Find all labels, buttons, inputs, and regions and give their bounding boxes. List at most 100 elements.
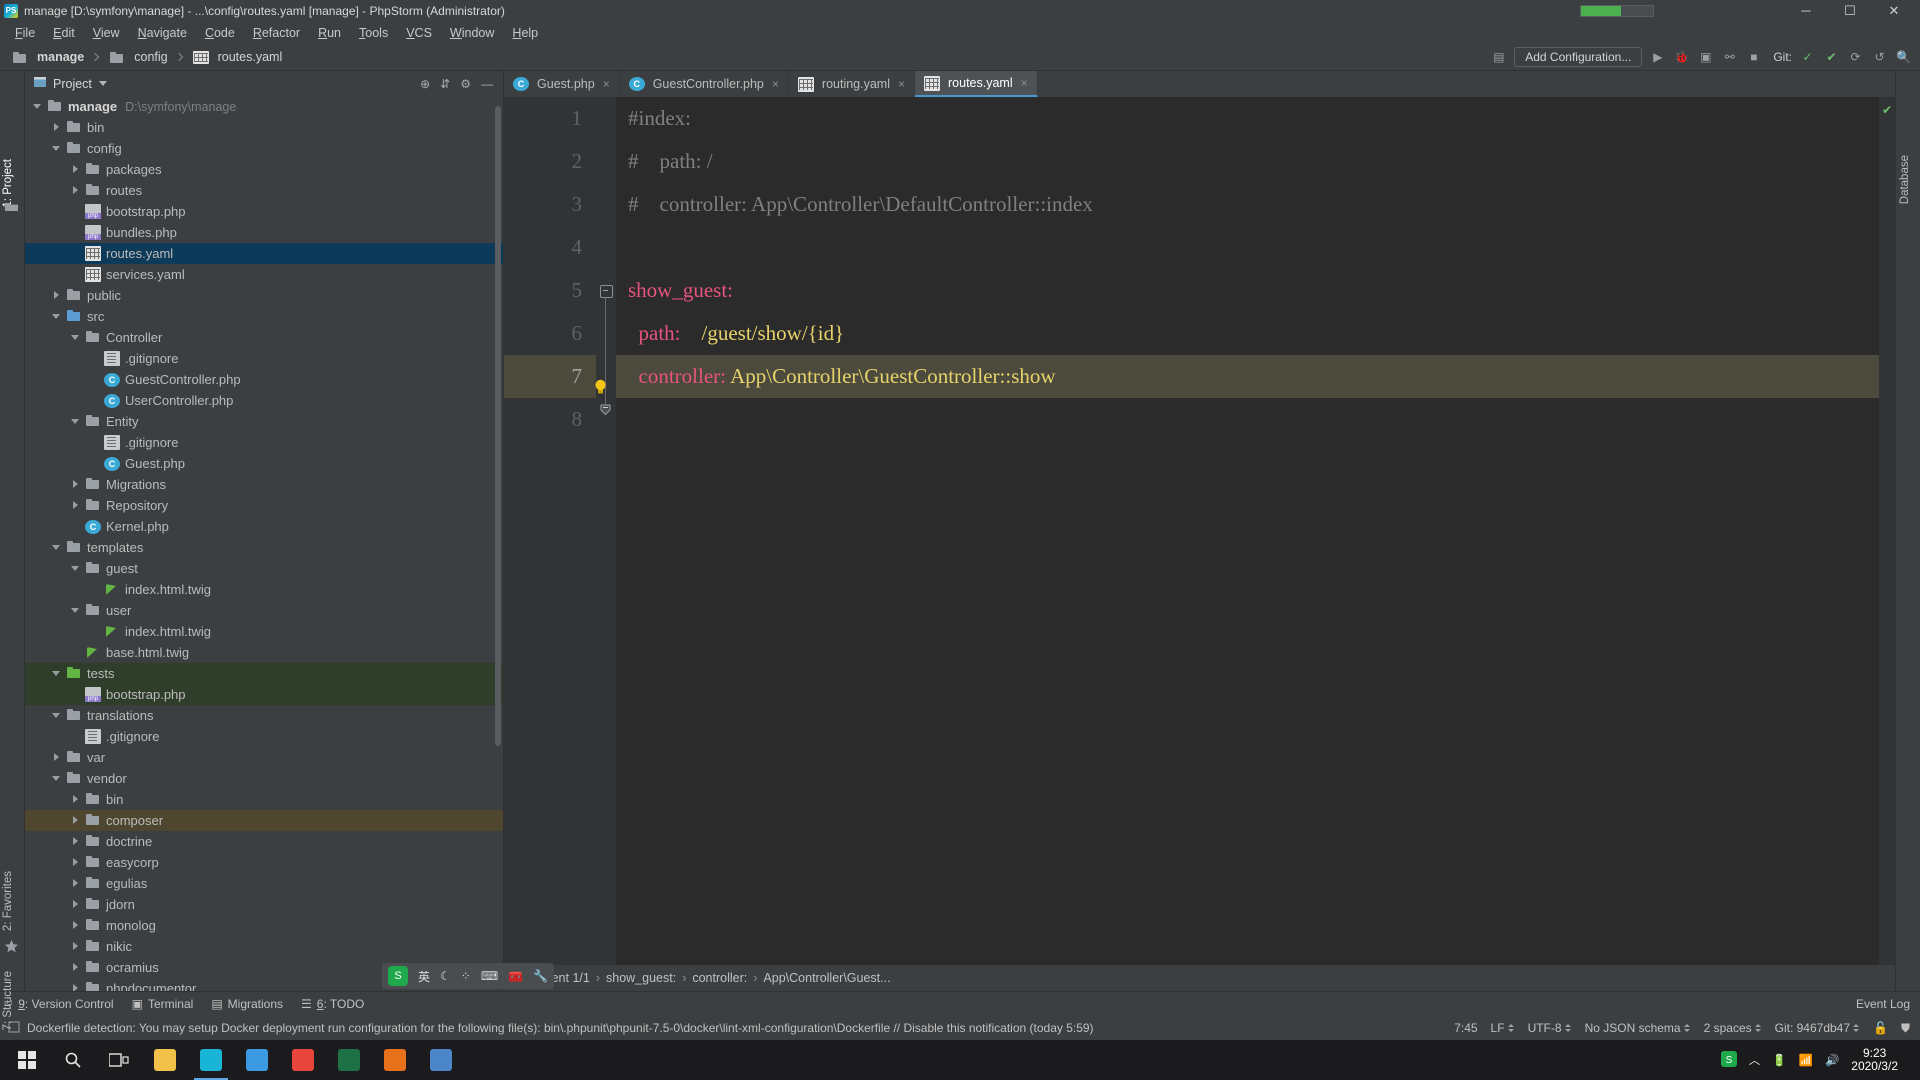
breadcrumb-node-2[interactable]: App\Controller\Guest... <box>763 971 890 985</box>
tree-node-var[interactable]: var <box>25 747 503 768</box>
chevron-right-icon[interactable] <box>71 962 82 973</box>
menu-item-code[interactable]: Code <box>196 24 244 42</box>
code-line-2[interactable]: # path: / <box>616 140 1879 183</box>
keyboard-icon[interactable]: ⌨ <box>481 969 498 983</box>
menu-item-help[interactable]: Help <box>503 24 547 42</box>
code-line-1[interactable]: #index: <box>616 97 1879 140</box>
add-configuration-button[interactable]: Add Configuration... <box>1514 47 1643 67</box>
fold-end-icon[interactable] <box>600 403 611 418</box>
settings-gear-icon[interactable]: ⚙ <box>460 77 471 91</box>
line-number-3[interactable]: 3 <box>504 183 596 226</box>
tree-node-vendor[interactable]: vendor <box>25 768 503 789</box>
toolbox-icon[interactable]: 🧰 <box>508 969 523 983</box>
chevron-right-icon[interactable] <box>71 479 82 490</box>
chevron-right-icon[interactable] <box>71 500 82 511</box>
close-tab-icon[interactable]: × <box>603 77 610 91</box>
network-icon[interactable]: 📶 <box>1799 1053 1813 1067</box>
menu-item-vcs[interactable]: VCS <box>397 24 441 42</box>
caret-position[interactable]: 7:45 <box>1454 1021 1477 1035</box>
hide-panel-icon[interactable]: — <box>481 77 493 91</box>
bottom-tool-migrations[interactable]: ▤ Migrations <box>211 997 283 1011</box>
lock-icon[interactable]: 🔓 <box>1873 1021 1888 1035</box>
bottom-tool-terminal[interactable]: ▣ Terminal <box>132 997 194 1011</box>
tree-node-guest[interactable]: guest <box>25 558 503 579</box>
json-schema-selector[interactable]: No JSON schema <box>1585 1021 1691 1035</box>
chevron-right-icon[interactable] <box>52 290 63 301</box>
taskbar-app-excel[interactable] <box>326 1040 372 1080</box>
preview-icon[interactable]: ▤ <box>1490 49 1507 66</box>
taskbar-app-chrome[interactable] <box>280 1040 326 1080</box>
code-folding-column[interactable] <box>596 97 616 965</box>
tree-node--gitignore[interactable]: .gitignore <box>25 432 503 453</box>
breadcrumb-node-1[interactable]: controller: <box>692 971 747 985</box>
chevron-right-icon[interactable] <box>52 752 63 763</box>
menu-item-tools[interactable]: Tools <box>350 24 397 42</box>
tree-node-user[interactable]: user <box>25 600 503 621</box>
code-line-3[interactable]: # controller: App\Controller\DefaultCont… <box>616 183 1879 226</box>
chevron-right-icon[interactable] <box>52 122 63 133</box>
sogou-logo-icon[interactable]: S <box>388 966 408 986</box>
locate-icon[interactable]: ⊕ <box>420 77 430 91</box>
chevron-right-icon[interactable] <box>71 983 82 991</box>
task-view-icon[interactable] <box>96 1040 142 1080</box>
chevron-down-icon[interactable] <box>52 710 63 721</box>
undo-icon[interactable]: ↺ <box>1871 49 1888 66</box>
ime-toolbar[interactable]: S 英 ☾ ⁘ ⌨ 🧰 🔧 <box>382 963 555 989</box>
breadcrumb-item-manage[interactable]: manage <box>8 49 88 65</box>
bottom-tool-version-control[interactable]: ⑂ 9: Version Control <box>6 997 114 1011</box>
chevron-down-icon[interactable] <box>33 101 44 112</box>
tree-node-jdorn[interactable]: jdorn <box>25 894 503 915</box>
inspections-icon[interactable]: ⛊ <box>1901 1021 1910 1036</box>
git-update-icon[interactable]: ✓ <box>1799 49 1816 66</box>
tree-node-bootstrap-php[interactable]: bootstrap.php <box>25 201 503 222</box>
line-number-2[interactable]: 2 <box>504 140 596 183</box>
close-tab-icon[interactable]: × <box>1021 76 1028 90</box>
profile-icon[interactable]: ⚯ <box>1721 49 1738 66</box>
chevron-right-icon[interactable] <box>71 878 82 889</box>
editor-tab-routing-yaml[interactable]: routing.yaml × <box>789 71 916 97</box>
chevron-right-icon[interactable] <box>71 185 82 196</box>
show-hidden-icons-icon[interactable]: ︿ <box>1749 1052 1761 1068</box>
ime-mode-label[interactable]: 英 <box>418 968 430 985</box>
chevron-down-icon[interactable] <box>71 416 82 427</box>
taskbar-app-notepad[interactable] <box>418 1040 464 1080</box>
tree-node-bin[interactable]: bin <box>25 789 503 810</box>
tree-node-services-yaml[interactable]: services.yaml <box>25 264 503 285</box>
tree-node-manage[interactable]: manage D:\symfony\manage <box>25 96 503 117</box>
taskbar-app-firefox[interactable] <box>372 1040 418 1080</box>
tree-node-index-html-twig[interactable]: index.html.twig <box>25 579 503 600</box>
chevron-right-icon[interactable] <box>71 857 82 868</box>
code-line-7[interactable]: controller: App\Controller\GuestControll… <box>595 355 1879 398</box>
menu-item-view[interactable]: View <box>84 24 129 42</box>
breadcrumb-item-config[interactable]: config <box>88 49 171 65</box>
close-tab-icon[interactable]: × <box>898 77 905 91</box>
chevron-down-icon[interactable] <box>71 332 82 343</box>
tree-node-egulias[interactable]: egulias <box>25 873 503 894</box>
tree-node-bundles-php[interactable]: bundles.php <box>25 222 503 243</box>
tree-node-src[interactable]: src <box>25 306 503 327</box>
chevron-right-icon[interactable] <box>71 836 82 847</box>
breadcrumb-node-0[interactable]: show_guest: <box>606 971 676 985</box>
line-number-7[interactable]: 7 <box>504 355 596 398</box>
tree-node-tests[interactable]: tests <box>25 663 503 684</box>
close-tab-icon[interactable]: × <box>772 77 779 91</box>
close-button[interactable]: ✕ <box>1872 0 1916 22</box>
chevron-right-icon[interactable] <box>71 794 82 805</box>
code-content[interactable]: #index: # path: / # controller: App\Contro… <box>595 97 1879 965</box>
line-number-8[interactable]: 8 <box>504 398 596 441</box>
bottom-tool-todo[interactable]: ☰ 6: TODO <box>301 997 364 1011</box>
encoding-selector[interactable]: UTF-8 <box>1528 1021 1572 1035</box>
chevron-right-icon[interactable] <box>71 815 82 826</box>
indent-selector[interactable]: 2 spaces <box>1704 1021 1762 1035</box>
code-line-5[interactable]: show_guest: <box>616 269 1879 312</box>
chevron-down-icon[interactable] <box>52 773 63 784</box>
chevron-down-icon[interactable] <box>52 542 63 553</box>
tree-node--gitignore[interactable]: .gitignore <box>25 726 503 747</box>
line-number-6[interactable]: 6 <box>504 312 596 355</box>
tree-node-composer[interactable]: composer <box>25 810 503 831</box>
stop-icon[interactable]: ■ <box>1745 49 1762 66</box>
code-line-6[interactable]: path: /guest/show/{id} <box>616 312 1879 355</box>
inspection-gutter[interactable]: ✔ <box>1879 97 1895 965</box>
line-number-gutter[interactable]: 12345678 <box>504 97 596 965</box>
tree-node-packages[interactable]: packages <box>25 159 503 180</box>
